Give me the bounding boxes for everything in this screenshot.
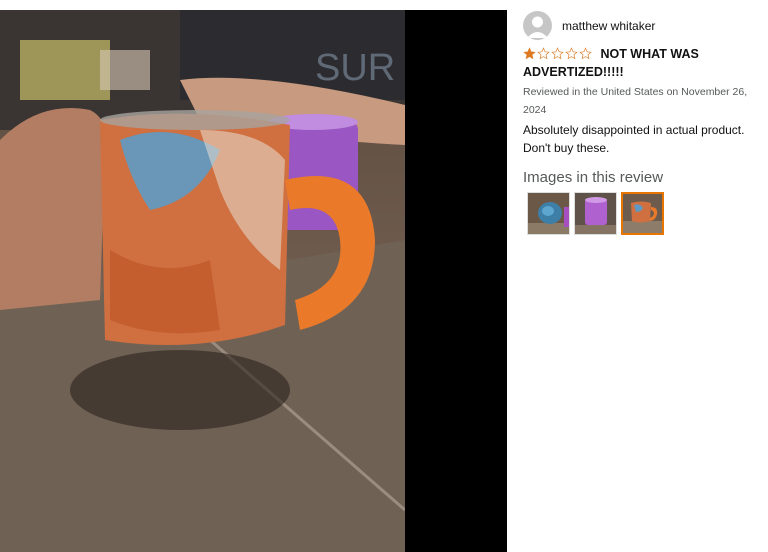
review-panel: matthew whitaker NOT WHAT WAS ADVERTIZED… (507, 0, 768, 552)
review-photo[interactable]: SUR (0, 10, 405, 552)
mug-photo-graphic: SUR (0, 10, 405, 552)
thumb-purple-mug[interactable] (574, 192, 617, 235)
images-heading: Images in this review (523, 169, 664, 186)
thumbnail-strip (527, 192, 664, 235)
star-empty-icon (565, 47, 578, 60)
star-empty-icon (551, 47, 564, 60)
avatar-icon (523, 11, 552, 40)
thumb-blue-mug[interactable] (527, 192, 570, 235)
star-empty-icon (579, 47, 592, 60)
image-viewer: SUR (0, 10, 507, 552)
thumb-orange-mug[interactable] (621, 192, 664, 235)
star-rating (523, 47, 592, 60)
star-filled-icon (523, 47, 536, 60)
svg-text:SUR: SUR (315, 47, 395, 89)
reviewer-name: matthew whitaker (562, 18, 656, 33)
star-empty-icon (537, 47, 550, 60)
review-body: Absolutely disappointed in actual produc… (523, 123, 745, 155)
rating-title-row: NOT WHAT WAS ADVERTIZED!!!!! (523, 45, 763, 81)
reviewer-profile[interactable]: matthew whitaker (523, 11, 655, 40)
review-meta: Reviewed in the United States on Novembe… (523, 86, 748, 116)
